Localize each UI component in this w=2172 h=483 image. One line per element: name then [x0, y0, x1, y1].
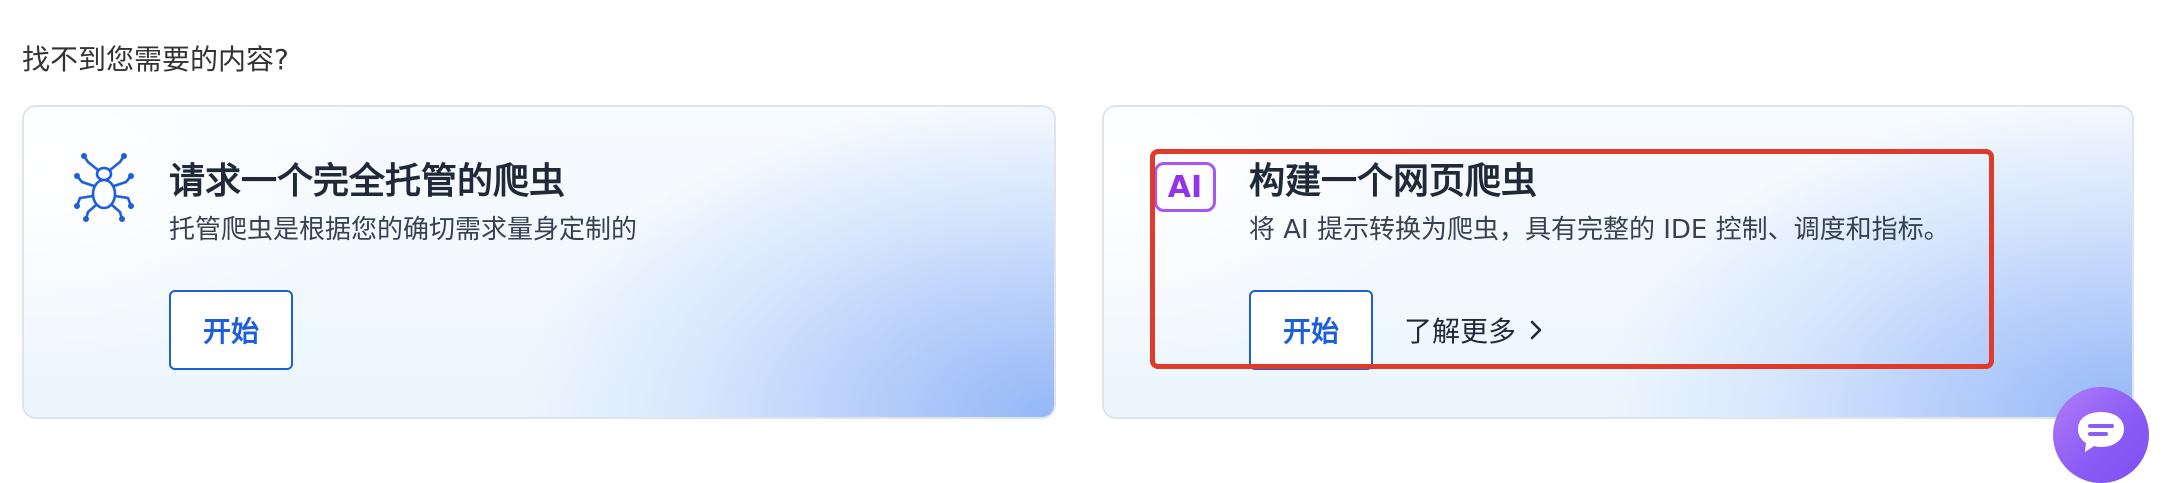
card-title: 请求一个完全托管的爬虫 — [169, 161, 566, 202]
chat-button[interactable] — [2053, 387, 2149, 483]
ai-icon: AI — [1154, 162, 1216, 212]
learn-more-label: 了解更多 — [1404, 315, 1517, 348]
card-description: 托管爬虫是根据您的确切需求量身定制的 — [169, 215, 638, 245]
chevron-right-icon — [1530, 320, 1542, 340]
build-web-scraper-card: AI 构建一个网页爬虫 将 AI 提示转换为爬虫，具有完整的 IDE 控制、调度… — [1102, 105, 2134, 419]
start-button[interactable]: 开始 — [1249, 290, 1373, 370]
page-heading: 找不到您需要的内容? — [22, 43, 289, 76]
chat-bubble-icon — [2078, 412, 2124, 452]
spider-icon — [74, 153, 134, 222]
learn-more-link[interactable]: 了解更多 — [1404, 310, 1544, 350]
managed-scraper-card: 请求一个完全托管的爬虫 托管爬虫是根据您的确切需求量身定制的 开始 — [22, 105, 1056, 419]
start-button[interactable]: 开始 — [169, 290, 293, 370]
card-title: 构建一个网页爬虫 — [1249, 161, 1538, 202]
card-description: 将 AI 提示转换为爬虫，具有完整的 IDE 控制、调度和指标。 — [1249, 215, 1950, 245]
